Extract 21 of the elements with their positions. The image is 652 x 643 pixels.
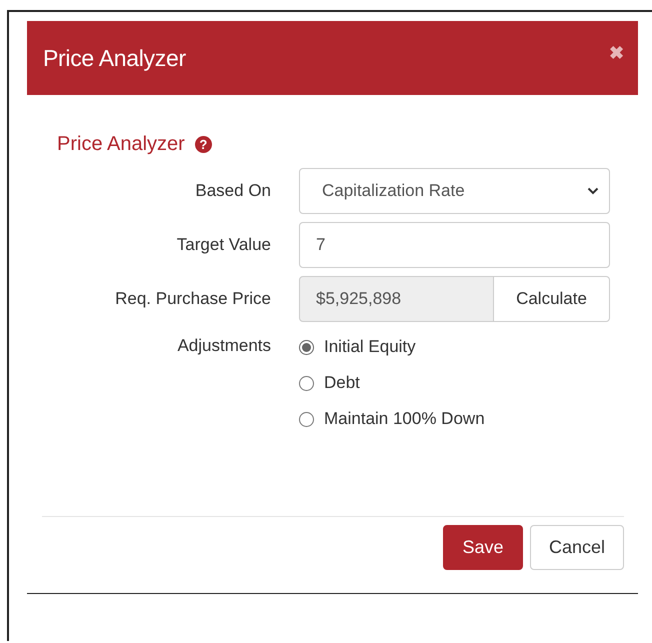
chevron-icon: [587, 187, 599, 195]
radio-button[interactable]: [299, 340, 314, 354]
field-label: Adjustments: [176, 336, 272, 356]
section-title: Price Analyzer: [57, 133, 185, 156]
cancel-button[interactable]: Cancel: [530, 525, 624, 570]
close-button[interactable]: ✖: [609, 42, 624, 64]
field-label: Target Value: [176, 235, 272, 255]
dialog-title: Price Analyzer: [43, 44, 186, 72]
field-label: Req. Purchase Price: [114, 289, 272, 309]
select-field[interactable]: Capitalization Rate: [299, 168, 610, 214]
radio-button[interactable]: [299, 376, 314, 390]
radio-button[interactable]: [299, 412, 314, 426]
input-field[interactable]: 7: [299, 222, 610, 268]
calculate-button[interactable]: Calculate: [494, 276, 610, 322]
save-button[interactable]: Save: [443, 525, 523, 570]
radio-label[interactable]: Initial Equity: [324, 337, 416, 357]
help-icon[interactable]: ?: [194, 136, 212, 153]
readonly-field: $5,925,898: [299, 276, 494, 322]
field-label: Based On: [194, 181, 272, 201]
radio-label[interactable]: Maintain 100% Down: [324, 409, 485, 429]
radio-label[interactable]: Debt: [324, 373, 360, 393]
